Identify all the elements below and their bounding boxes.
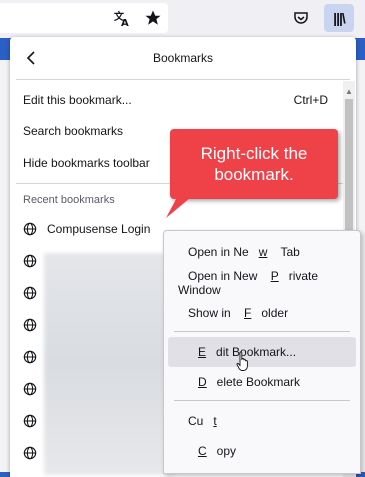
item-text: Open in New [188,269,261,283]
open-in-private-window-item[interactable]: Open in New Private Window [168,268,356,298]
redacted-bookmarks [44,253,174,475]
browser-toolbar: 文A |||\ [0,0,365,38]
divider [174,400,350,401]
item-text: dit Bookmark... [216,345,297,359]
pocket-icon[interactable] [292,9,310,27]
edit-bookmark-item[interactable]: Edit Bookmark... [168,337,356,367]
instruction-callout: Right-click the bookmark. [170,129,338,199]
panel-header: Bookmarks [10,37,356,79]
accesskey: C [198,444,207,458]
delete-bookmark-item[interactable]: Delete Bookmark [168,367,356,397]
divider [16,79,350,80]
edit-this-bookmark-item[interactable]: Edit this bookmark... Ctrl+D [10,85,340,115]
library-icon[interactable]: |||\ [324,4,354,32]
accesskey: F [244,306,252,320]
menu-item-label: Search bookmarks [23,124,124,138]
menu-item-label: Hide bookmarks toolbar [23,156,150,170]
accesskey: P [270,269,279,283]
item-text: older [261,306,289,320]
item-text: elete Bookmark [216,375,301,389]
show-in-folder-item[interactable]: Show in Folder [168,298,356,328]
globe-icon [23,318,37,332]
callout-line-2: bookmark. [214,165,294,184]
divider [174,331,350,332]
item-text: Cu [188,414,204,428]
copy-item[interactable]: Copy [168,436,356,466]
globe-icon [23,350,37,364]
globe-icon [23,222,37,236]
accesskey: t [213,414,217,428]
cut-item[interactable]: Cu t [168,406,356,436]
callout-line-1: Right-click the [200,144,308,163]
svg-text:A: A [121,18,129,27]
translate-icon[interactable]: 文A [112,8,132,28]
open-in-new-tab-item[interactable]: Open in Ne w Tab [168,237,356,267]
item-text: opy [216,444,237,458]
globe-icon [23,414,37,428]
scroll-up-arrow-icon[interactable]: ▲ [345,87,353,96]
panel-title: Bookmarks [152,51,214,65]
globe-icon [23,382,37,396]
globe-icon [23,254,37,268]
hand-cursor-icon [236,351,248,371]
globe-icon [23,286,37,300]
star-icon[interactable] [142,7,164,29]
globe-icon [23,446,37,460]
shortcut-label: Ctrl+D [293,93,328,107]
bookmark-label: Compusense Login [47,222,151,236]
accesskey: D [198,375,207,389]
accesskey: w [258,245,268,259]
callout-text: Right-click the bookmark. [170,143,338,185]
item-text: Open in Ne [188,245,249,259]
item-text: Show in [188,306,235,320]
accesskey: E [198,345,207,359]
recent-bookmarks-heading: Recent bookmarks [23,194,115,206]
bookmark-context-menu: Open in Ne w Tab Open in New Private Wind… [163,230,361,474]
menu-item-label: Edit this bookmark... [23,93,132,107]
item-text: Tab [277,245,300,259]
